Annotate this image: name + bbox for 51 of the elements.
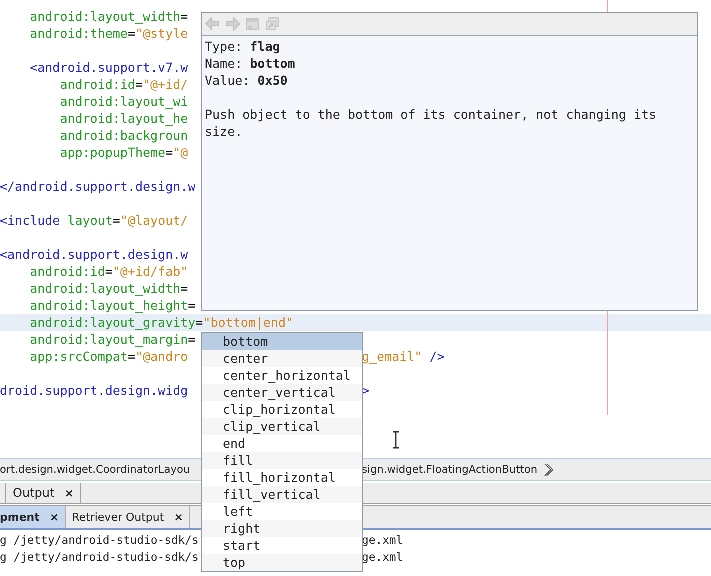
chevron-right-icon: [544, 462, 553, 476]
code-line: app:srcCompat="@andro: [29, 349, 188, 364]
text-cursor-icon: [391, 431, 401, 449]
code-line: android:id="@+id/: [59, 77, 188, 92]
completion-item[interactable]: clip_horizontal: [202, 401, 362, 418]
code-line: android:theme="@style: [29, 26, 188, 41]
output-line: ge.xml: [362, 549, 404, 566]
output-tab[interactable]: Output ×: [6, 483, 81, 503]
code-line: g_email" />: [362, 348, 445, 365]
code-line: android:layout_wi: [59, 94, 188, 109]
code-line: android:layout_width=: [29, 281, 188, 296]
output-line: g /jetty/android-studio-sdk/s: [0, 533, 199, 547]
completion-item[interactable]: fill_vertical: [202, 486, 362, 503]
doc-field: Name: bottom: [205, 56, 296, 71]
output-line: g /jetty/android-studio-sdk/s: [0, 550, 199, 564]
completion-item[interactable]: fill: [202, 452, 362, 469]
code-line: droid.support.design.widg: [0, 383, 188, 398]
completion-item[interactable]: clip_vertical: [202, 418, 362, 435]
completion-item[interactable]: left: [202, 503, 362, 520]
code-line: android:backgroun: [59, 128, 188, 143]
code-line: android:layout_he: [59, 111, 188, 126]
code-line: android:layout_width=: [29, 9, 188, 24]
code-line: android:layout_height=: [29, 298, 196, 313]
code-line: <include layout="@layout/: [0, 213, 188, 228]
completion-item[interactable]: center_horizontal: [202, 367, 362, 384]
doc-field: Value: 0x50: [205, 73, 288, 88]
completion-item[interactable]: top: [202, 554, 362, 571]
code-line: android:layout_margin=: [29, 332, 196, 347]
completion-item[interactable]: center: [202, 350, 362, 367]
close-tab-button[interactable]: ×: [64, 486, 74, 500]
panel-tab[interactable]: Retriever Output ×: [66, 506, 190, 528]
code-line: android:layout_gravity="bottom|end": [29, 315, 294, 330]
completion-item[interactable]: center_vertical: [202, 384, 362, 401]
code-line: app:popupTheme="@: [59, 145, 188, 160]
doc-field: Type: flag: [205, 39, 280, 54]
completion-item[interactable]: fill_horizontal: [202, 469, 362, 486]
completion-item[interactable]: start: [202, 537, 362, 554]
code-line: </android.support.design.w: [0, 179, 196, 194]
breadcrumb-item[interactable]: sign.widget.FloatingActionButton: [362, 464, 538, 476]
output-line: ge.xml: [362, 532, 404, 549]
completion-item[interactable]: right: [202, 520, 362, 537]
doc-description: Push object to the bottom of its container, not changing its size.: [205, 106, 658, 140]
close-tab-button[interactable]: ×: [50, 510, 60, 524]
code-line: android:id="@+id/fab": [29, 264, 188, 279]
code-line: <android.support.design.w: [0, 247, 188, 262]
breadcrumb-item[interactable]: ort.design.widget.CoordinatorLayou: [0, 464, 190, 476]
close-tab-button[interactable]: ×: [174, 510, 184, 524]
completion-item[interactable]: end: [202, 435, 362, 452]
panel-tab[interactable]: pment ×: [0, 506, 66, 528]
code-line: <android.support.v7.w: [29, 60, 188, 75]
completion-item[interactable]: bottom: [202, 333, 362, 350]
